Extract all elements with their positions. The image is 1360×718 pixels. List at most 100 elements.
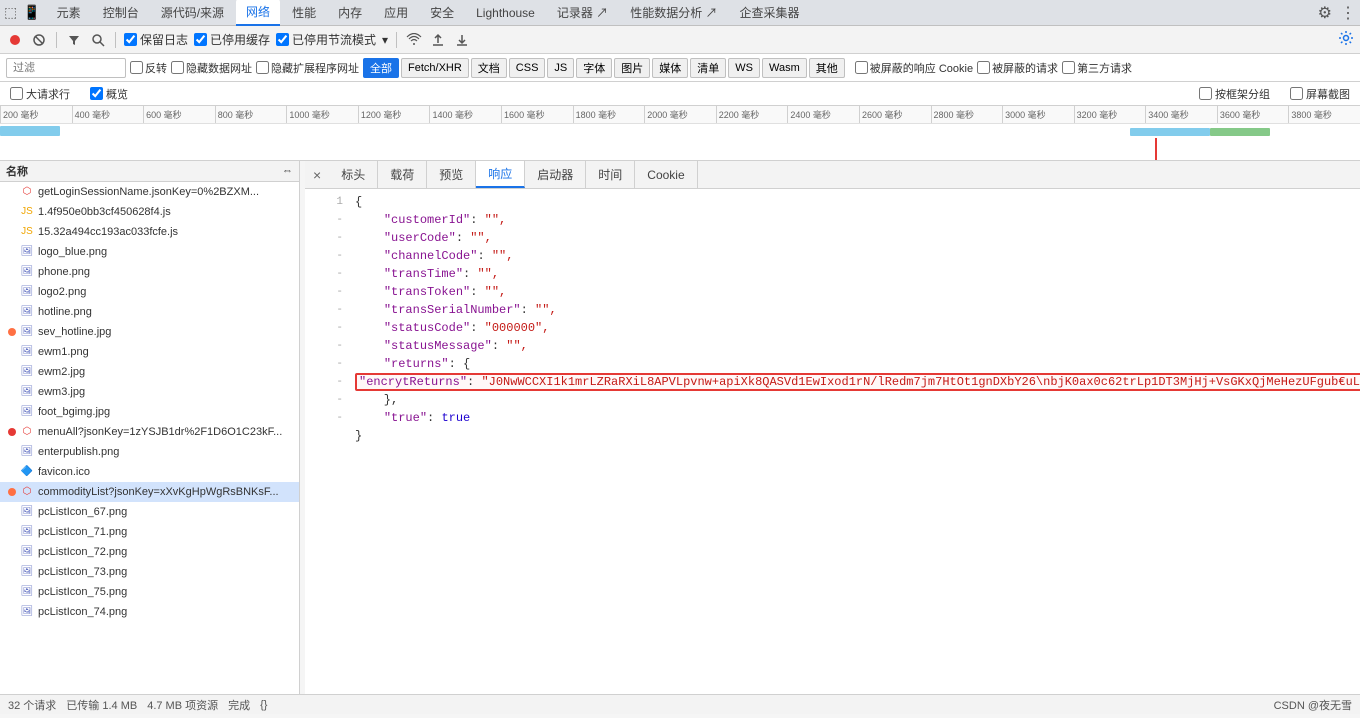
json-line-content: } <box>355 427 1352 445</box>
invert-checkbox[interactable]: 反转 <box>130 60 167 76</box>
hide-ext-checkbox[interactable]: 隐藏扩展程序网址 <box>256 60 359 76</box>
sub-tab-response[interactable]: 响应 <box>476 161 525 188</box>
file-item[interactable]: ⬡menuAll?jsonKey=1zYSJB1dr%2F1D6O1C23kF.… <box>0 422 299 442</box>
record-button[interactable] <box>6 31 24 49</box>
file-status-dot <box>8 228 16 236</box>
file-status-dot <box>8 348 16 356</box>
tab-security[interactable]: 安全 <box>420 0 464 25</box>
blocked-requests-checkbox[interactable]: 被屏蔽的请求 <box>977 60 1058 76</box>
file-item[interactable]: 🖼ewm2.jpg <box>0 362 299 382</box>
tab-enterprise[interactable]: 企查采集器 <box>730 0 810 25</box>
json-line: - "statusCode": "000000", <box>305 319 1360 337</box>
file-item[interactable]: 🖼pcListIcon_67.png <box>0 502 299 522</box>
file-item[interactable]: 🖼pcListIcon_72.png <box>0 542 299 562</box>
sub-tab-headers[interactable]: 标头 <box>329 161 378 188</box>
screenshot-checkbox[interactable]: 屏幕截图 <box>1290 86 1350 102</box>
file-item[interactable]: 🖼logo2.png <box>0 282 299 302</box>
file-item[interactable]: 🖼pcListIcon_73.png <box>0 562 299 582</box>
filter-input[interactable] <box>6 58 126 78</box>
filter-button[interactable] <box>65 31 83 49</box>
code-icon[interactable]: {} <box>260 699 267 711</box>
tab-recorder[interactable]: 记录器 ↗ <box>547 0 618 25</box>
close-panel-button[interactable]: × <box>309 163 325 187</box>
filter-ws[interactable]: WS <box>728 58 760 78</box>
clear-button[interactable] <box>30 31 48 49</box>
file-type-icon: ⬡ <box>20 485 34 499</box>
tab-memory[interactable]: 内存 <box>328 0 372 25</box>
filter-wasm[interactable]: Wasm <box>762 58 807 78</box>
options-mid: 按框架分组 屏幕截图 <box>1199 86 1350 102</box>
file-item[interactable]: 🖼foot_bgimg.jpg <box>0 402 299 422</box>
file-item[interactable]: ⬡commodityList?jsonKey=xXvKgHpWgRsBNKsF.… <box>0 482 299 502</box>
file-item[interactable]: 🖼sev_hotline.jpg <box>0 322 299 342</box>
disable-throttle-checkbox[interactable]: 已停用节流模式 <box>276 31 376 48</box>
more-icon[interactable]: ⋮ <box>1340 3 1356 23</box>
tab-elements[interactable]: 元素 <box>47 0 91 25</box>
sub-tab-preview[interactable]: 预览 <box>427 161 476 188</box>
filter-fetch-xhr[interactable]: Fetch/XHR <box>401 58 469 78</box>
sub-tab-cookie[interactable]: Cookie <box>635 161 697 188</box>
file-item[interactable]: 🖼logo_blue.png <box>0 242 299 262</box>
throttle-dropdown[interactable]: ▾ <box>382 33 388 47</box>
main-area: 名称 ⇔ ⬡getLoginSessionName.jsonKey=0%2BZX… <box>0 161 1360 694</box>
inspect-icon[interactable]: ⬚ <box>4 4 17 21</box>
sub-tab-timing[interactable]: 时间 <box>586 161 635 188</box>
filter-manifest[interactable]: 清单 <box>690 58 726 78</box>
file-name: pcListIcon_67.png <box>38 506 291 518</box>
filter-media[interactable]: 媒体 <box>652 58 688 78</box>
download-icon[interactable] <box>453 31 471 49</box>
tab-console[interactable]: 控制台 <box>93 0 149 25</box>
filter-doc[interactable]: 文档 <box>471 58 507 78</box>
file-item[interactable]: 🖼pcListIcon_74.png <box>0 602 299 622</box>
tab-performance[interactable]: 性能 <box>282 0 326 25</box>
tab-lighthouse[interactable]: Lighthouse <box>466 2 545 24</box>
group-by-frame-checkbox[interactable]: 按框架分组 <box>1199 86 1270 102</box>
file-item[interactable]: 🖼phone.png <box>0 262 299 282</box>
json-line: - }, <box>305 391 1360 409</box>
preserve-log-checkbox[interactable]: 保留日志 <box>124 31 188 48</box>
disable-cache-checkbox[interactable]: 已停用缓存 <box>194 31 270 48</box>
upload-icon[interactable] <box>429 31 447 49</box>
filter-css[interactable]: CSS <box>509 58 546 78</box>
file-item[interactable]: 🖼ewm3.jpg <box>0 382 299 402</box>
file-name: phone.png <box>38 266 291 278</box>
file-item[interactable]: 🖼ewm1.png <box>0 342 299 362</box>
json-line-number: - <box>313 301 343 319</box>
hide-data-urls-checkbox[interactable]: 隐藏数据网址 <box>171 60 252 76</box>
file-item[interactable]: 🖼pcListIcon_71.png <box>0 522 299 542</box>
timeline-ruler: 200 毫秒400 毫秒600 毫秒800 毫秒1000 毫秒1200 毫秒14… <box>0 106 1360 124</box>
filter-js[interactable]: JS <box>547 58 574 78</box>
tab-application[interactable]: 应用 <box>374 0 418 25</box>
file-item[interactable]: 🖼enterpublish.png <box>0 442 299 462</box>
wifi-icon[interactable] <box>405 31 423 49</box>
tab-sources[interactable]: 源代码/来源 <box>151 0 234 25</box>
resize-handle-icon[interactable]: ⇔ <box>282 165 293 177</box>
sub-tab-payload[interactable]: 载荷 <box>378 161 427 188</box>
json-line-number: - <box>313 409 343 427</box>
resize-handle[interactable] <box>300 161 305 694</box>
device-icon[interactable]: 📱 <box>23 4 40 21</box>
filter-img[interactable]: 图片 <box>614 58 650 78</box>
sub-tab-initiator[interactable]: 启动器 <box>525 161 586 188</box>
tab-perf-insights[interactable]: 性能数据分析 ↗ <box>620 0 727 25</box>
search-button[interactable] <box>89 31 107 49</box>
file-item[interactable]: 🖼hotline.png <box>0 302 299 322</box>
filter-all[interactable]: 全部 <box>363 58 399 78</box>
file-item[interactable]: ⬡getLoginSessionName.jsonKey=0%2BZXM... <box>0 182 299 202</box>
file-item[interactable]: 🔷favicon.ico <box>0 462 299 482</box>
file-item[interactable]: 🖼pcListIcon_75.png <box>0 582 299 602</box>
third-party-checkbox[interactable]: 第三方请求 <box>1062 60 1132 76</box>
file-type-icon: 🖼 <box>20 525 34 539</box>
filter-font[interactable]: 字体 <box>576 58 612 78</box>
settings-icon[interactable]: ⚙ <box>1318 3 1332 23</box>
large-rows-checkbox[interactable]: 大请求行 <box>10 86 70 102</box>
toolbar-right-settings[interactable] <box>1338 30 1354 49</box>
filter-other[interactable]: 其他 <box>809 58 845 78</box>
file-item[interactable]: JS15.32a494cc193ac033fcfe.js <box>0 222 299 242</box>
tab-network[interactable]: 网络 <box>236 0 280 26</box>
file-type-icon: 🖼 <box>20 585 34 599</box>
file-list-scroll[interactable]: ⬡getLoginSessionName.jsonKey=0%2BZXM...J… <box>0 182 299 694</box>
overview-checkbox[interactable]: 概览 <box>90 86 128 102</box>
blocked-cookie-checkbox[interactable]: 被屏蔽的响应 Cookie <box>855 60 973 76</box>
file-item[interactable]: JS1.4f950e0bb3cf450628f4.js <box>0 202 299 222</box>
